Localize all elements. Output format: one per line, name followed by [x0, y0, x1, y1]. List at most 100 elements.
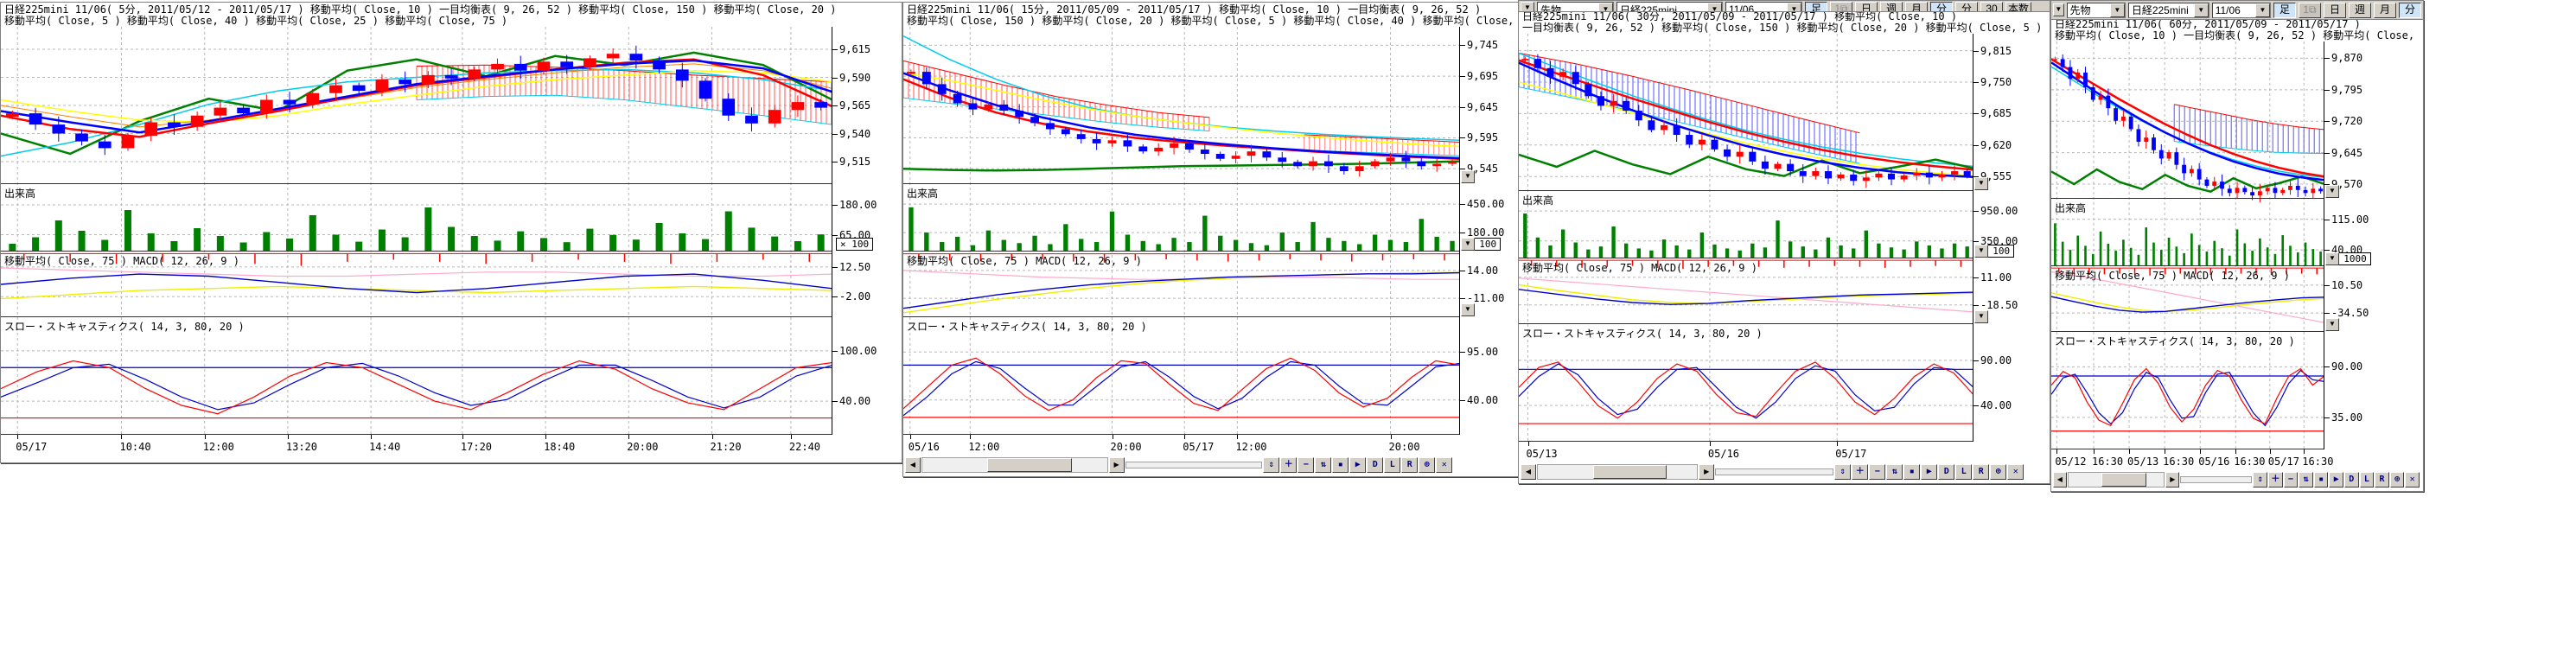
chart-tool-button-7[interactable]: L	[1384, 457, 1400, 473]
chart-tool-button-5[interactable]: ▶	[1349, 457, 1366, 473]
chart-tool-button-3[interactable]: ⇅	[1886, 464, 1903, 480]
chart-tool-button-3[interactable]: ⇅	[2299, 472, 2313, 488]
x-axis-tick	[17, 435, 18, 439]
h-scrollbar[interactable]	[921, 457, 1108, 473]
symbol-select[interactable]: 日経225mini▼	[1616, 2, 1723, 12]
minute-setting-button[interactable]: 1⧉	[2299, 3, 2321, 18]
market-select[interactable]: 先物▼	[1537, 2, 1614, 12]
pane-collapse-button[interactable]: ▼	[2325, 318, 2339, 331]
chart-tool-button-9[interactable]: ⊕	[2390, 472, 2405, 488]
chart-tool-button-8[interactable]: R	[1973, 464, 1989, 480]
chart-tool-button-4[interactable]: ▪	[2314, 472, 2329, 488]
chart-tool-button-2[interactable]: −	[2284, 472, 2299, 488]
period-button-1[interactable]: 週	[2349, 3, 2371, 18]
chart-tool-button-0[interactable]: ⇕	[2253, 472, 2267, 488]
chart-tool-button-6[interactable]: D	[1938, 464, 1954, 480]
scroll-right-button[interactable]: ▶	[1109, 457, 1125, 473]
chart-tool-button-0[interactable]: ⇕	[1263, 457, 1279, 473]
scrollbar-thumb[interactable]	[1593, 465, 1667, 479]
period-button-3[interactable]: 分	[2399, 3, 2421, 18]
bar-type-button[interactable]: 足	[2273, 3, 2296, 18]
period-button-0[interactable]: 日	[1855, 2, 1878, 12]
chevron-down-icon[interactable]: ▼	[2255, 3, 2270, 17]
axis-tick	[832, 105, 838, 106]
scroll-left-button[interactable]: ◀	[905, 457, 921, 473]
chart-tool-button-1[interactable]: ＋	[1852, 464, 1868, 480]
scrollbar-thumb[interactable]	[2101, 473, 2146, 487]
zoom-slider[interactable]	[2180, 476, 2252, 483]
chart-plot[interactable]	[2051, 41, 2324, 449]
pane-collapse-button[interactable]: ▼	[1461, 303, 1475, 316]
chart-tool-button-10[interactable]: ✕	[1436, 457, 1452, 473]
scrollbar-thumb[interactable]	[987, 458, 1072, 472]
scroll-left-button[interactable]: ◀	[2053, 472, 2067, 488]
zoom-slider[interactable]	[1715, 468, 1833, 475]
pane-collapse-button[interactable]: ▼	[2325, 185, 2339, 198]
pane-collapse-button[interactable]: ▼	[1974, 177, 1988, 190]
chart-tool-button-2[interactable]: −	[1869, 464, 1885, 480]
period-button-2[interactable]: 月	[2374, 3, 2396, 18]
chevron-down-icon[interactable]: ▼	[1598, 3, 1613, 12]
period-button-1[interactable]: 週	[1880, 2, 1903, 12]
chevron-down-icon[interactable]: ▼	[2110, 3, 2125, 17]
toolbar-extra-0[interactable]: 分	[1955, 2, 1978, 12]
scroll-left-button[interactable]: ◀	[1521, 464, 1536, 480]
period-button-2[interactable]: 月	[1905, 2, 1928, 12]
chart-plot[interactable]	[1519, 34, 1973, 442]
window-collapse-button[interactable]: ▼	[2053, 3, 2064, 16]
y-axis-label: 11.00	[1980, 271, 2012, 284]
bar-type-button[interactable]: 足	[1805, 2, 1827, 12]
chart-line	[1519, 362, 1973, 418]
chart-tool-button-8[interactable]: R	[2375, 472, 2389, 488]
zoom-slider[interactable]	[1125, 462, 1263, 468]
pane-collapse-button[interactable]: ▼	[1974, 245, 1988, 258]
chart-plot[interactable]	[903, 27, 1460, 435]
axis-tick	[2324, 90, 2330, 91]
y-axis-label: 9,615	[839, 43, 870, 55]
contract-select[interactable]: 11/06▼	[2212, 3, 2271, 18]
chart-tool-button-4[interactable]: ▪	[1332, 457, 1349, 473]
toolbar-extra-1[interactable]: 30	[1980, 2, 2003, 12]
chart-tool-button-1[interactable]: ＋	[1280, 457, 1297, 473]
market-select[interactable]: 先物▼	[2067, 3, 2126, 18]
chart-tool-button-2[interactable]: −	[1298, 457, 1314, 473]
chart-tool-button-9[interactable]: ⊕	[1990, 464, 2006, 480]
toolbar-extra-2[interactable]: 本数	[2005, 2, 2031, 12]
chart-tool-button-10[interactable]: ✕	[2007, 464, 2024, 480]
pane-collapse-button[interactable]: ▼	[1974, 310, 1988, 323]
chart-tool-button-7[interactable]: L	[2360, 472, 2375, 488]
contract-select[interactable]: 11/06▼	[1725, 2, 1802, 12]
minute-setting-button[interactable]: 1⧉	[1830, 2, 1852, 12]
chart-tool-button-6[interactable]: D	[1367, 457, 1383, 473]
chart-tool-button-5[interactable]: ▶	[1921, 464, 1937, 480]
pane-collapse-button[interactable]: ▼	[1461, 238, 1475, 251]
window-collapse-button[interactable]: ▼	[1521, 2, 1534, 12]
axis-tick	[832, 296, 838, 297]
symbol-select[interactable]: 日経225mini▼	[2128, 3, 2209, 18]
chart-plot[interactable]	[1, 27, 832, 435]
chevron-down-icon[interactable]: ▼	[1787, 3, 1801, 12]
pane-collapse-button[interactable]: ▼	[1461, 170, 1475, 183]
chart-line	[903, 361, 1460, 415]
chevron-down-icon[interactable]: ▼	[2194, 3, 2209, 17]
chart-tool-button-3[interactable]: ⇅	[1315, 457, 1331, 473]
pane-collapse-button[interactable]: ▼	[2325, 252, 2339, 265]
chart-window: 日経225mini 11/06( 15分, 2011/05/09 - 2011/…	[902, 2, 1520, 477]
scroll-right-button[interactable]: ▶	[2165, 472, 2179, 488]
chart-tool-button-9[interactable]: ⊕	[1419, 457, 1435, 473]
chart-tool-button-0[interactable]: ⇕	[1834, 464, 1851, 480]
y-axis-label: 950.00	[1980, 205, 2018, 217]
h-scrollbar[interactable]	[1537, 464, 1698, 480]
period-button-3[interactable]: 分	[1930, 2, 1953, 12]
scroll-right-button[interactable]: ▶	[1699, 464, 1714, 480]
chart-tool-button-4[interactable]: ▪	[1903, 464, 1920, 480]
chart-tool-button-8[interactable]: R	[1401, 457, 1418, 473]
chevron-down-icon[interactable]: ▼	[1707, 3, 1722, 12]
chart-tool-button-1[interactable]: ＋	[2268, 472, 2283, 488]
period-button-0[interactable]: 日	[2324, 3, 2346, 18]
chart-tool-button-10[interactable]: ✕	[2405, 472, 2420, 488]
chart-tool-button-6[interactable]: D	[2344, 472, 2359, 488]
h-scrollbar[interactable]	[2068, 472, 2165, 488]
chart-tool-button-7[interactable]: L	[1955, 464, 1972, 480]
chart-tool-button-5[interactable]: ▶	[2329, 472, 2343, 488]
